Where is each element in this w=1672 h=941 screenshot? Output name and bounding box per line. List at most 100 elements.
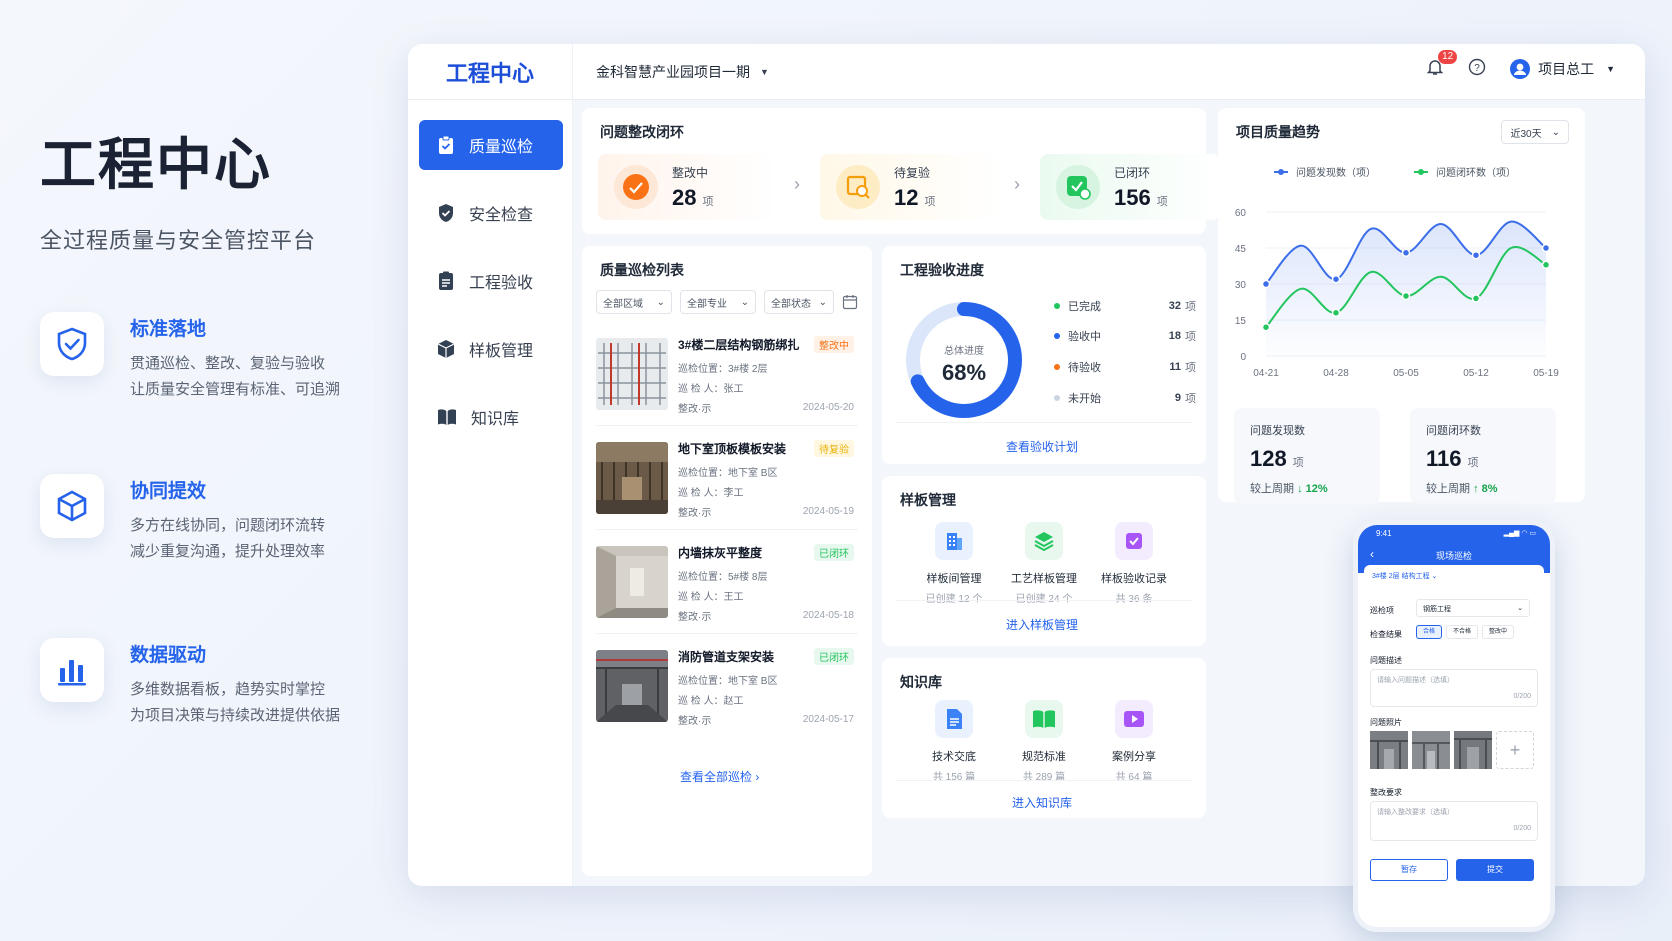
stage-rectifying[interactable]: 整改中 28 项 <box>598 154 778 220</box>
data-point <box>1261 279 1271 289</box>
open-book-icon <box>1025 700 1063 738</box>
y-tick-label: 45 <box>1235 244 1247 255</box>
layers-icon <box>1025 522 1063 560</box>
y-tick-label: 0 <box>1240 352 1246 363</box>
submit-button[interactable]: 提交 <box>1456 859 1534 881</box>
tile-standards[interactable]: 规范标准 共 289 篇 <box>994 700 1094 783</box>
x-tick-label: 05-19 <box>1533 368 1559 379</box>
data-point <box>1471 250 1481 260</box>
data-point <box>1541 260 1551 270</box>
legend-row: 待验收 11 项 <box>1054 359 1196 375</box>
tile-sample-rooms[interactable]: 样板间管理 已创建 12 个 <box>904 522 1004 605</box>
calendar-icon[interactable] <box>842 294 858 315</box>
feature-desc: 多方在线协同，问题闭环流转 减少重复沟通，提升处理效率 <box>130 517 326 560</box>
filter-discipline[interactable]: 全部专业 ⌄ <box>680 290 756 314</box>
site-photo[interactable] <box>1370 731 1408 769</box>
data-point <box>1541 243 1551 253</box>
view-acceptance-plan-link[interactable]: 查看验收计划 <box>1006 438 1078 455</box>
list-item[interactable]: 地下室顶板模板安装 待复验 巡检位置：地下室 B区 巡 检 人：李工 整改·示 … <box>596 434 858 530</box>
data-point <box>1471 294 1481 303</box>
top-bar: 工程中心 金科智慧产业园项目一期 ▼ 12 ? 项目总工 ▼ <box>408 44 1645 100</box>
tile-case-sharing[interactable]: 案例分享 共 64 篇 <box>1084 700 1184 783</box>
sidebar-item-samples[interactable]: 样板管理 <box>419 324 563 374</box>
box-icon <box>437 340 455 358</box>
shield-check-icon <box>40 312 104 376</box>
card-title: 样板管理 <box>900 492 956 508</box>
mobile-mockup: 9:41 ▂▄▆ ◠ ▭ ‹ 现场巡检 3#楼 2层 结构工程 ⌄ 巡检项 钢筋… <box>1353 520 1555 932</box>
list-item[interactable]: 消防管道支架安装 已闭环 巡检位置：地下室 B区 巡 检 人：赵工 整改·示 2… <box>596 642 858 738</box>
feature-data: 数据驱动 多维数据看板，趋势实时掌控 为项目决策与持续改进提供依据 <box>40 638 380 729</box>
tile-sample-records[interactable]: 样板验收记录 共 36 条 <box>1084 522 1184 605</box>
knowledge-card: 知识库 技术交底 共 156 篇 规范标准 共 289 篇 案例分享 共 64 … <box>882 658 1206 818</box>
play-icon <box>1115 700 1153 738</box>
feature-collab: 协同提效 多方在线协同，问题闭环流转 减少重复沟通，提升处理效率 <box>40 474 380 565</box>
notification-bell[interactable]: 12 <box>1426 50 1458 79</box>
feature-title: 标准落地 <box>130 319 207 340</box>
y-tick-label: 15 <box>1235 316 1247 327</box>
view-all-inspections-link[interactable]: 查看全部巡检 › <box>680 768 759 785</box>
legend-row: 验收中 18 项 <box>1054 328 1196 344</box>
site-photo[interactable] <box>1412 731 1450 769</box>
tile-process-samples[interactable]: 工艺样板管理 已创建 24 个 <box>994 522 1094 605</box>
site-photo[interactable] <box>1454 731 1492 769</box>
result-fail[interactable]: 不合格 <box>1446 625 1478 639</box>
status-badge: 已闭环 <box>814 648 854 665</box>
add-photo-button[interactable]: + <box>1496 731 1534 769</box>
feature-standard: 标准落地 贯通巡检、整改、复验与验收 让质量安全管理有标准、可追溯 <box>40 312 380 403</box>
requirement-textarea[interactable]: 请输入整改要求（选填） 0/200 <box>1370 801 1538 841</box>
status-badge: 已闭环 <box>814 544 854 561</box>
sidebar-item-knowledge[interactable]: 知识库 <box>419 392 563 442</box>
clipboard-check-icon <box>439 135 453 154</box>
filter-area[interactable]: 全部区域 ⌄ <box>596 290 672 314</box>
filter-status[interactable]: 全部状态 ⌄ <box>764 290 834 314</box>
delta-up: ↑ 8% <box>1473 483 1498 495</box>
legend-label: 问题闭环数（项） <box>1436 166 1516 179</box>
stage-closed[interactable]: 已闭环 156 项 <box>1040 154 1220 220</box>
project-selector[interactable]: 金科智慧产业园项目一期 ▼ <box>596 62 769 82</box>
feature-title: 数据驱动 <box>130 645 207 666</box>
brand-logo[interactable]: 工程中心 <box>408 44 573 100</box>
sidebar-item-acceptance[interactable]: 工程验收 <box>419 256 563 306</box>
data-point <box>1261 322 1271 332</box>
save-draft-button[interactable]: 暂存 <box>1370 859 1448 881</box>
hero: 工程中心 全过程质量与安全管控平台 <box>40 120 380 255</box>
signal-wifi-battery-icon: ▂▄▆ ◠ ▭ <box>1503 530 1536 537</box>
desc-textarea[interactable]: 请输入问题描述（选填） 0/200 <box>1370 669 1538 707</box>
status-badge: 整改中 <box>814 336 854 353</box>
y-tick-label: 60 <box>1235 208 1247 219</box>
context-selector[interactable]: 3#楼 2层 结构工程 ⌄ <box>1364 565 1544 587</box>
chevron-down-icon: ⌄ <box>1551 126 1560 138</box>
sidebar-item-quality[interactable]: 质量巡检 <box>419 120 563 170</box>
enter-samples-link[interactable]: 进入样板管理 <box>1006 616 1078 633</box>
data-point <box>1401 291 1411 301</box>
result-pass[interactable]: 合格 <box>1416 625 1442 639</box>
feature-title: 协同提效 <box>130 481 207 502</box>
chevron-down-icon: ⌄ <box>656 296 665 308</box>
sidebar-item-safety[interactable]: 安全检查 <box>419 188 563 238</box>
file-icon <box>935 700 973 738</box>
item-select[interactable]: 钢筋工程 ⌄ <box>1416 599 1530 617</box>
enter-knowledge-link[interactable]: 进入知识库 <box>1012 794 1072 811</box>
legend-row: 未开始 9 项 <box>1054 390 1196 406</box>
legend-marker <box>1278 169 1284 175</box>
range-select[interactable]: 近30天 ⌄ <box>1501 120 1569 144</box>
user-menu[interactable]: 项目总工 ▼ <box>1510 58 1615 79</box>
tile-tech-briefing[interactable]: 技术交底 共 156 篇 <box>904 700 1004 783</box>
status-badge: 待复验 <box>814 440 854 457</box>
card-title: 问题整改闭环 <box>600 124 684 140</box>
list-item[interactable]: 3#楼二层结构钢筋绑扎 整改中 巡检位置：3#楼 2层 巡 检 人：张工 整改·… <box>596 330 858 426</box>
list-item[interactable]: 内墙抹灰平整度 已闭环 巡检位置：5#楼 8层 巡 检 人：王工 整改·示 20… <box>596 538 858 634</box>
feature-desc: 多维数据看板，趋势实时掌控 为项目决策与持续改进提供依据 <box>130 681 341 724</box>
photo-formwork <box>596 442 668 514</box>
rectify-icon <box>614 165 658 209</box>
help-icon[interactable]: ? <box>1468 58 1486 79</box>
series-area <box>1266 221 1546 356</box>
acceptance-card: 工程验收进度 总体进度 68% 已完成 32 项 验收中 18 项 待验收 11 项 未开始… <box>882 246 1206 464</box>
sidebar: 质量巡检 安全检查 工程验收 样板管理 知识库 <box>408 100 573 886</box>
result-rectifying[interactable]: 整改中 <box>1482 625 1514 639</box>
legend-row: 已完成 32 项 <box>1054 298 1196 314</box>
chevron-down-icon: ▼ <box>1606 63 1615 74</box>
avatar <box>1510 58 1531 79</box>
stage-pending-review[interactable]: 待复验 12 项 <box>820 154 1000 220</box>
notification-badge: 12 <box>1438 50 1458 64</box>
